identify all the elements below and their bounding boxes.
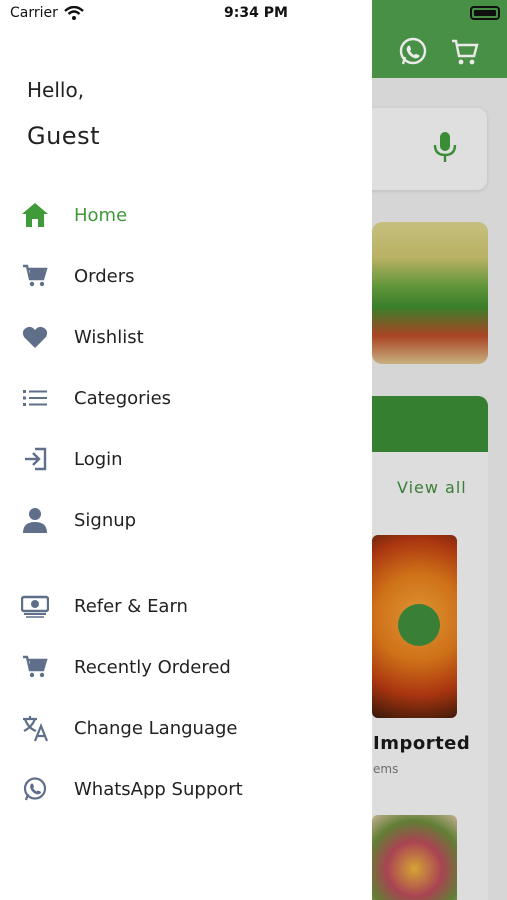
navigation-drawer: Carrier 9:34 PM Hello, Guest Home Orders…	[0, 0, 372, 900]
menu-item-wishlist[interactable]: Wishlist	[0, 315, 372, 359]
menu-item-label: Orders	[74, 265, 135, 287]
whatsapp-icon	[20, 774, 50, 804]
status-carrier: Carrier	[10, 5, 84, 21]
heart-icon	[20, 322, 50, 352]
wifi-icon	[64, 6, 84, 20]
menu-item-login[interactable]: Login	[0, 437, 372, 481]
greeting-text: Hello,	[27, 78, 85, 102]
menu-item-refer-earn[interactable]: Refer & Earn	[0, 584, 372, 628]
menu-item-label: Change Language	[74, 717, 238, 739]
menu-item-signup[interactable]: Signup	[0, 498, 372, 542]
translate-icon	[20, 713, 50, 743]
cart-icon	[20, 652, 50, 682]
menu-item-recently-ordered[interactable]: Recently Ordered	[0, 645, 372, 689]
menu-item-orders[interactable]: Orders	[0, 254, 372, 298]
menu-item-label: Wishlist	[74, 326, 144, 348]
cart-icon	[20, 261, 50, 291]
menu-item-change-language[interactable]: Change Language	[0, 706, 372, 750]
login-icon	[20, 444, 50, 474]
menu-item-label: Login	[74, 448, 123, 470]
menu-item-label: Signup	[74, 509, 137, 531]
home-icon	[20, 200, 50, 230]
menu-item-categories[interactable]: Categories	[0, 376, 372, 420]
menu-item-label: Categories	[74, 387, 172, 409]
menu-item-label: WhatsApp Support	[74, 778, 243, 800]
user-name: Guest	[27, 122, 100, 150]
carrier-label: Carrier	[10, 5, 58, 21]
money-icon	[20, 591, 50, 621]
menu-item-label: Refer & Earn	[74, 595, 188, 617]
menu-item-home[interactable]: Home	[0, 193, 372, 237]
menu-item-label: Recently Ordered	[74, 656, 231, 678]
menu-item-whatsapp-support[interactable]: WhatsApp Support	[0, 767, 372, 811]
menu-item-label: Home	[74, 204, 128, 226]
status-time: 9:34 PM	[224, 5, 288, 21]
list-icon	[20, 383, 50, 413]
person-icon	[20, 505, 50, 535]
